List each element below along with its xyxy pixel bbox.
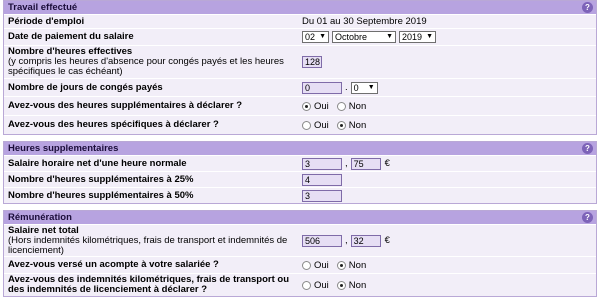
radio-selected-icon[interactable] <box>336 120 346 130</box>
radio-selected-icon[interactable] <box>336 260 346 270</box>
chevron-down-icon: ▼ <box>367 83 375 91</box>
currency-label: € <box>384 158 390 169</box>
indem-oui-option[interactable]: Oui <box>302 280 329 291</box>
travail-header: Travail effectué ? <box>4 1 596 14</box>
supp-row: Avez-vous des heures supplémentaires à d… <box>4 96 596 115</box>
chevron-down-icon: ▼ <box>386 33 393 40</box>
periode-value: Du 01 au 30 Septembre 2019 <box>302 16 427 27</box>
taux-int-input[interactable]: 3 <box>302 157 342 170</box>
currency-label: € <box>384 235 390 246</box>
supp-label: Avez-vous des heures supplémentaires à d… <box>8 100 243 111</box>
spec-oui-option[interactable]: Oui <box>302 120 329 131</box>
acompte-non-option[interactable]: Non <box>336 260 366 271</box>
conges-label: Nombre de jours de congés payés <box>8 81 163 93</box>
remuneration-title: Rémunération <box>8 212 72 223</box>
net-dec-input[interactable]: 32 <box>350 234 381 247</box>
heures-supp-header: Heures supplementaires ? <box>4 142 596 155</box>
h50-label: Nombre d'heures supplémentaires à 50% <box>8 189 194 201</box>
taux-row: Salaire horaire net d'une heure normale … <box>4 155 596 171</box>
heures-input[interactable]: 128 <box>302 56 322 68</box>
heures-supp-section: Heures supplementaires ? Salaire horaire… <box>3 141 597 204</box>
indem-label: Avez-vous des indemnités kilométriques, … <box>8 274 290 295</box>
day-select[interactable]: 02 ▼ <box>302 31 329 43</box>
net-sub: (Hors indemnités kilométriques, frais de… <box>8 234 288 256</box>
spec-non-option[interactable]: Non <box>336 120 366 131</box>
h50-row: Nombre d'heures supplémentaires à 50% 3 <box>4 187 596 203</box>
radio-empty-icon[interactable] <box>302 120 311 130</box>
supp-oui-option[interactable]: Oui <box>302 101 329 112</box>
spec-row: Avez-vous des heures spécifiques à décla… <box>4 115 596 134</box>
chevron-down-icon: ▼ <box>319 33 326 40</box>
year-select[interactable]: 2019 ▼ <box>399 31 436 43</box>
supp-non-option[interactable]: Non <box>336 101 366 112</box>
help-icon[interactable]: ? <box>582 143 593 154</box>
remuneration-header: Rémunération ? <box>4 211 596 224</box>
taux-dec-input[interactable]: 75 <box>350 157 381 170</box>
taux-label: Salaire horaire net d'une heure normale <box>8 157 187 169</box>
h25-label: Nombre d'heures supplémentaires à 25% <box>8 173 194 185</box>
date-label: Date de paiement du salaire <box>8 31 134 42</box>
h25-row: Nombre d'heures supplémentaires à 25% 4 <box>4 171 596 187</box>
acompte-oui-option[interactable]: Oui <box>302 260 329 271</box>
acompte-row: Avez-vous versé un acompte à votre salar… <box>4 256 596 273</box>
heures-sub: (y compris les heures d'absence pour con… <box>8 56 284 77</box>
indem-row: Avez-vous des indemnités kilométriques, … <box>4 273 596 296</box>
net-int-input[interactable]: 506 <box>302 234 342 247</box>
conges-dec-select[interactable]: 0 ▼ <box>350 81 378 94</box>
travail-section: Travail effectué ? Période d'emploi Du 0… <box>3 0 597 135</box>
conges-int-input[interactable]: 0 <box>302 81 342 94</box>
h50-input[interactable]: 3 <box>302 189 342 202</box>
acompte-label: Avez-vous versé un acompte à votre salar… <box>8 259 219 270</box>
periode-label: Période d'emploi <box>8 15 85 27</box>
net-row: Salaire net total (Hors indemnités kilom… <box>4 224 596 256</box>
date-row: Date de paiement du salaire 02 ▼ Octobre ▼… <box>4 28 596 45</box>
h25-input[interactable]: 4 <box>302 173 342 186</box>
chevron-down-icon: ▼ <box>426 33 433 40</box>
indem-non-option[interactable]: Non <box>336 280 366 291</box>
travail-title: Travail effectué <box>8 2 78 13</box>
month-select[interactable]: Octobre ▼ <box>332 31 396 43</box>
radio-empty-icon[interactable] <box>302 280 311 290</box>
help-icon[interactable]: ? <box>582 212 593 223</box>
radio-empty-icon[interactable] <box>302 260 311 270</box>
periode-row: Période d'emploi Du 01 au 30 Septembre 2… <box>4 14 596 28</box>
remuneration-section: Rémunération ? Salaire net total (Hors i… <box>3 210 597 297</box>
radio-empty-icon[interactable] <box>336 101 346 111</box>
conges-row: Nombre de jours de congés payés 0 . 0 ▼ <box>4 78 596 96</box>
help-icon[interactable]: ? <box>582 2 593 13</box>
radio-selected-icon[interactable] <box>336 280 346 290</box>
spec-label: Avez-vous des heures spécifiques à décla… <box>8 119 219 130</box>
heures-label-block: Nombre d'heures effectives (y compris le… <box>4 46 294 78</box>
heures-row: Nombre d'heures effectives (y compris le… <box>4 45 596 78</box>
heures-supp-title: Heures supplementaires <box>8 143 119 154</box>
net-label-block: Salaire net total (Hors indemnités kilom… <box>4 225 294 257</box>
radio-selected-icon[interactable] <box>302 101 311 111</box>
